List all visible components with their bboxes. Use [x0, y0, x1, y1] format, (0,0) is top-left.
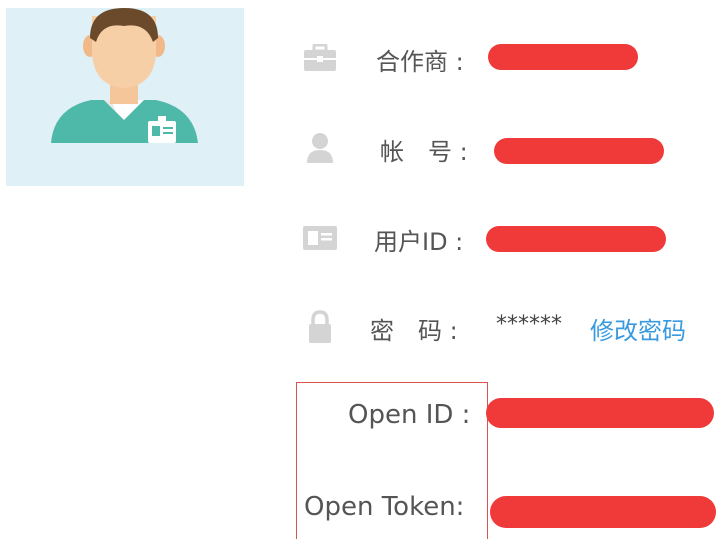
avatar [6, 8, 244, 186]
password-value: ****** [496, 312, 562, 337]
user-id-value-redacted [486, 226, 666, 252]
user-id-label: 用户ID : [374, 228, 464, 256]
open-token-label: Open Token: [304, 492, 465, 522]
change-password-link[interactable]: 修改密码 [590, 311, 686, 346]
open-id-value-redacted [486, 398, 714, 428]
open-id-label: Open ID : [348, 400, 471, 430]
partner-label: 合作商 : [376, 48, 464, 76]
briefcase-icon [300, 38, 340, 78]
avatar-illustration [51, 8, 198, 143]
open-token-value-redacted [490, 496, 716, 528]
account-value-redacted [494, 138, 664, 164]
account-label: 帐 号 : [380, 138, 468, 166]
lock-icon [300, 307, 340, 347]
user-icon [300, 128, 340, 168]
password-label: 密 码 : [370, 317, 458, 345]
partner-value-redacted [488, 44, 638, 70]
id-card-icon [300, 218, 340, 258]
